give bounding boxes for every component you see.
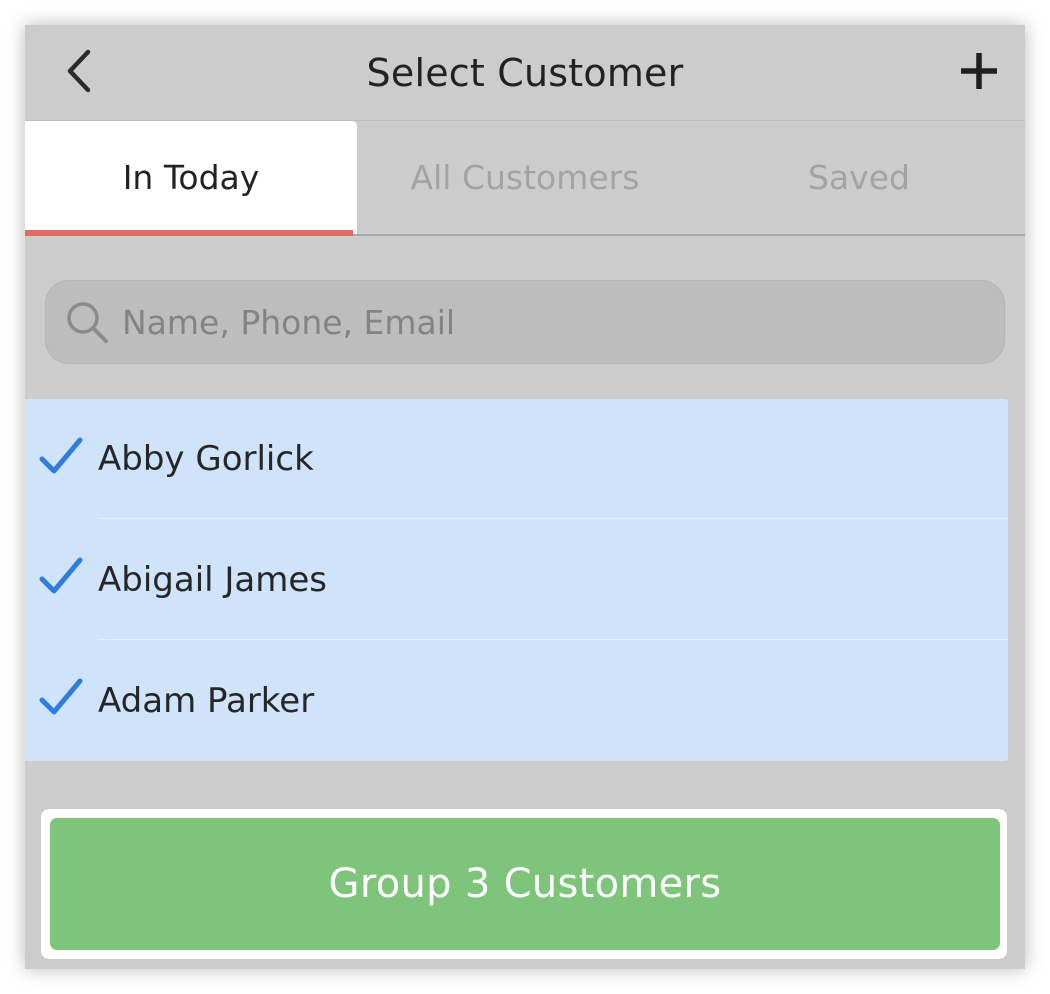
page-title: Select Customer <box>366 51 684 95</box>
back-button[interactable] <box>55 47 103 95</box>
chevron-left-icon <box>67 49 91 93</box>
checkmark-icon <box>39 678 83 715</box>
tab-saved[interactable]: Saved <box>693 121 1025 234</box>
search-icon <box>67 302 108 343</box>
navigation-header: Select Customer <box>25 25 1025 121</box>
customer-name: Abby Gorlick <box>98 439 314 479</box>
tab-bar: In Today All Customers Saved <box>25 121 1025 236</box>
customer-row-adam-parker[interactable]: Adam Parker <box>25 640 1008 761</box>
customer-list: Abby Gorlick Abigail James Adam Parker <box>25 399 1008 761</box>
customer-name: Adam Parker <box>98 680 315 721</box>
select-customer-screen: Select Customer In Today All Customers S… <box>25 25 1025 969</box>
group-customers-button[interactable]: Group 3 Customers <box>50 818 1000 950</box>
customer-name: Abigail James <box>98 559 328 600</box>
footer-bar: Group 3 Customers <box>41 809 1007 959</box>
search-bar <box>45 280 1005 364</box>
tab-all-customers[interactable]: All Customers <box>359 121 691 234</box>
plus-icon <box>961 53 997 89</box>
tab-in-today[interactable]: In Today <box>25 121 357 236</box>
search-input[interactable] <box>110 281 1004 363</box>
checkmark-icon <box>39 437 83 474</box>
customer-row-abby-gorlick[interactable]: Abby Gorlick <box>25 399 1008 519</box>
customer-row-abigail-james[interactable]: Abigail James <box>25 519 1008 640</box>
checkmark-icon <box>39 557 83 594</box>
add-customer-button[interactable] <box>955 47 1003 95</box>
